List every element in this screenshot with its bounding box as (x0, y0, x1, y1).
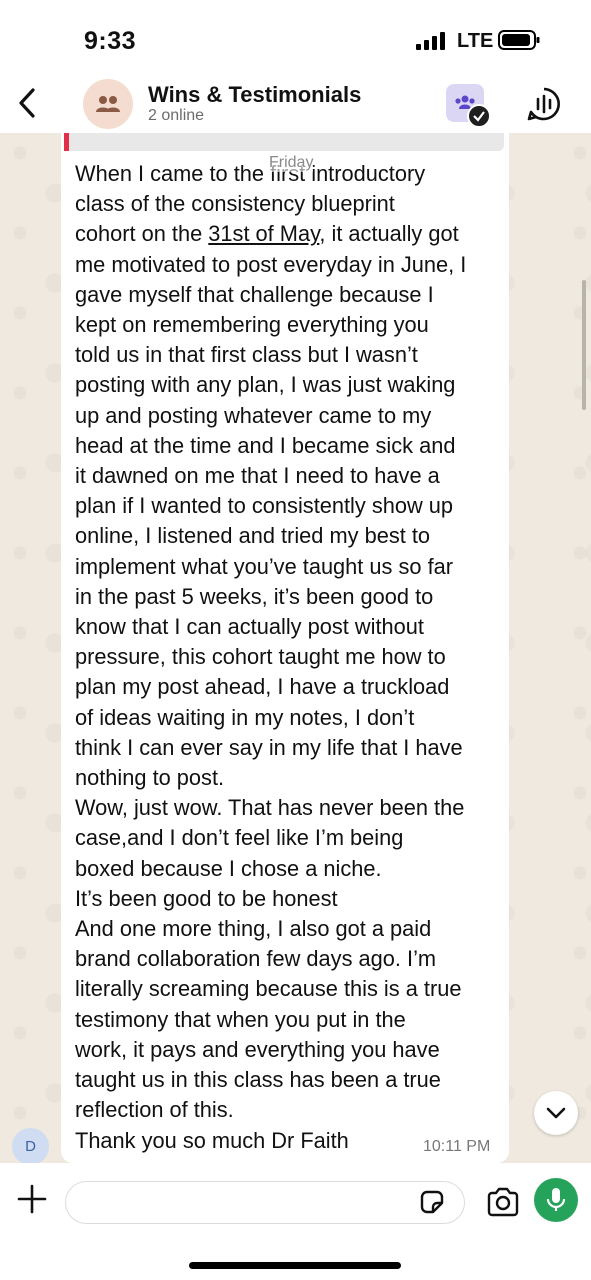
quoted-message-bar (64, 133, 69, 151)
message-time: 10:11 PM (423, 1138, 491, 1155)
plus-icon[interactable] (16, 1183, 48, 1215)
quoted-message[interactable] (64, 133, 504, 151)
online-status: 2 online (148, 107, 205, 124)
chat-header: Wins & Testimonials 2 online (0, 70, 591, 134)
voice-chat-icon[interactable] (526, 86, 562, 122)
message-text-part: , it actually got me motivated to post e… (75, 221, 467, 1153)
status-time: 9:33 (84, 27, 137, 55)
group-title[interactable]: Wins & Testimonials (148, 82, 361, 108)
group-avatar-icon[interactable] (83, 79, 133, 129)
status-bar: 9:33 LTE (0, 0, 591, 80)
sticker-icon[interactable] (418, 1188, 446, 1216)
sender-avatar[interactable]: D (12, 1128, 49, 1165)
check-badge-icon (467, 104, 491, 128)
battery-icon (498, 30, 540, 50)
microphone-icon (546, 1188, 566, 1211)
date-link[interactable]: 31st of May (208, 221, 319, 246)
message-input[interactable] (65, 1181, 465, 1224)
message-text: When I came to the first introductory cl… (75, 159, 507, 1156)
back-arrow-icon[interactable] (14, 86, 42, 120)
network-label: LTE (457, 30, 494, 52)
chevron-down-icon (546, 1107, 566, 1119)
microphone-button[interactable] (534, 1178, 578, 1222)
people-icon (96, 96, 120, 112)
day-chip: Friday (269, 154, 314, 172)
scroll-down-button[interactable] (534, 1091, 578, 1135)
signal-icon (416, 32, 445, 50)
scrollbar[interactable] (582, 280, 586, 410)
camera-icon[interactable] (486, 1187, 520, 1217)
home-indicator[interactable] (189, 1262, 401, 1269)
